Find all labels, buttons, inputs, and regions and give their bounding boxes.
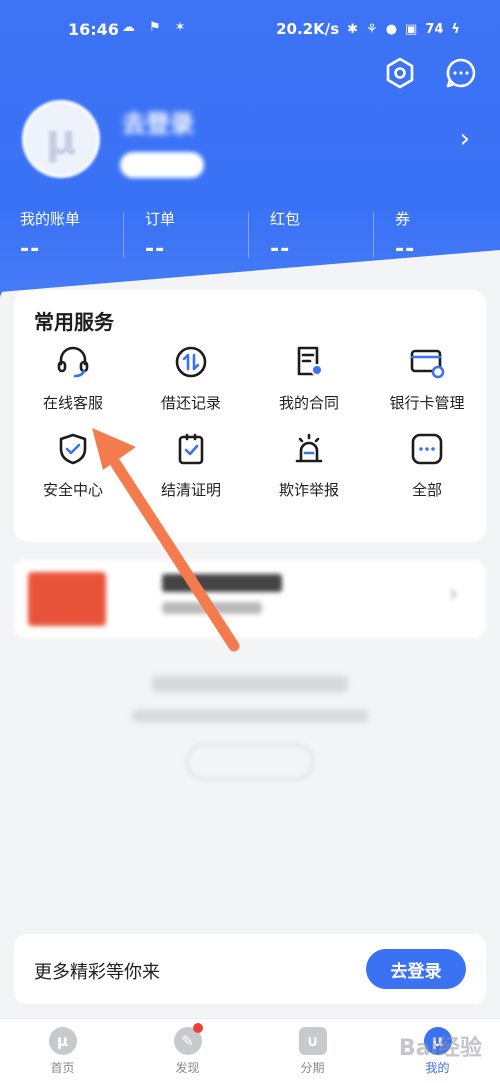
service-label: 结清证明 [160,481,221,499]
service-fraud-report[interactable]: 欺诈举报 [250,431,368,500]
promo-image [28,572,106,626]
bluetooth-icon: ✱ [347,21,359,37]
status-time: 16:46 [68,20,119,39]
stat-value: -- [20,237,41,262]
installment-icon: ∪ [298,1027,327,1055]
blurred-text [132,710,368,722]
stat-orders[interactable]: 订单 -- [123,208,250,262]
notification-icons: ☁ ⚑ ✶ [122,20,186,35]
service-label: 在线客服 [42,394,103,412]
tab-label: 发现 [175,1061,200,1075]
wifi-icon: ● [385,21,398,37]
promo-banner[interactable]: › [14,560,486,638]
service-label: 借还记录 [160,394,221,412]
watermark: Bai经验 [398,1036,482,1061]
stat-value: -- [270,237,291,262]
tab-installment[interactable]: ∪ 分期 [250,1019,375,1083]
service-bank-cards[interactable]: 银行卡管理 [368,344,486,413]
service-security-center[interactable]: 安全中心 [14,431,132,500]
status-bar: 16:46 ☁ ⚑ ✶ 20.2K/s ✱ ⚘ ● ▣ 74 ϟ [0,16,500,46]
contract-icon [291,344,327,380]
home-icon: μ [48,1027,77,1055]
promo-title [162,574,282,592]
common-services-card: 常用服务 在线客服 借还记录 我的合同 银行卡管理 安全中心 结清证明 欺诈举报… [14,290,486,542]
alarm-icon [291,431,327,467]
service-label: 欺诈举报 [278,481,339,499]
login-name[interactable]: 去登录 [122,104,194,139]
service-borrow-records[interactable]: 借还记录 [132,344,250,413]
avatar[interactable]: μ [22,100,100,178]
service-all[interactable]: 全部 [368,431,486,500]
transfer-icon [173,344,209,380]
bank-card-icon [409,344,445,380]
notification-dot [193,1023,203,1033]
more-icon [409,431,445,467]
login-prompt-text: 更多精彩等你来 [34,962,160,983]
stat-label: 订单 [145,210,176,228]
login-button[interactable]: 去登录 [366,949,466,989]
notification-icon: ⚑ [149,20,161,35]
blurred-button[interactable] [186,744,314,780]
stat-label: 我的账单 [20,210,81,228]
chevron-right-icon[interactable]: › [460,124,470,154]
stat-value: -- [395,237,416,262]
stat-red-packets[interactable]: 红包 -- [248,208,375,262]
stat-coupons[interactable]: 券 -- [373,208,500,262]
chevron-right-icon: › [449,582,458,607]
avatar-logo: μ [45,114,77,164]
stat-label: 券 [395,210,411,228]
service-label: 安全中心 [42,481,103,499]
services-grid: 在线客服 借还记录 我的合同 银行卡管理 安全中心 结清证明 欺诈举报 全部 [14,344,486,500]
service-online-support[interactable]: 在线客服 [14,344,132,413]
notification-icon: ✶ [174,20,186,35]
stat-bills[interactable]: 我的账单 -- [0,208,125,262]
battery-level: 74 [425,21,444,37]
headset-icon [55,344,91,380]
settings-gear-icon[interactable] [383,56,417,90]
tab-label: 分期 [300,1061,325,1075]
service-my-contracts[interactable]: 我的合同 [250,344,368,413]
stat-label: 红包 [270,210,301,228]
tab-home[interactable]: μ 首页 [0,1019,125,1083]
member-badge [120,152,204,178]
notification-icon: ☁ [122,20,135,35]
card-title: 常用服务 [34,310,114,334]
tab-label: 首页 [50,1061,75,1075]
stat-value: -- [145,237,166,262]
service-label: 银行卡管理 [389,394,465,412]
service-label: 我的合同 [278,394,339,412]
signal-icon: ⚘ [366,21,378,37]
status-right: 20.2K/s ✱ ⚘ ● ▣ 74 ϟ [276,20,460,38]
clipboard-check-icon [173,431,209,467]
login-prompt-bar: 更多精彩等你来 去登录 [14,934,486,1004]
account-stats: 我的账单 -- 订单 -- 红包 -- 券 -- [0,208,500,262]
service-label: 全部 [411,481,442,499]
promo-subtitle [162,602,262,614]
service-settlement-proof[interactable]: 结清证明 [132,431,250,500]
network-speed: 20.2K/s [276,20,340,38]
tab-discover[interactable]: ✎ 发现 [125,1019,250,1083]
shield-icon [55,431,91,467]
message-icon[interactable] [444,56,478,90]
blurred-text [152,676,348,692]
charging-icon: ϟ [451,21,460,37]
battery-icon: ▣ [405,21,418,37]
